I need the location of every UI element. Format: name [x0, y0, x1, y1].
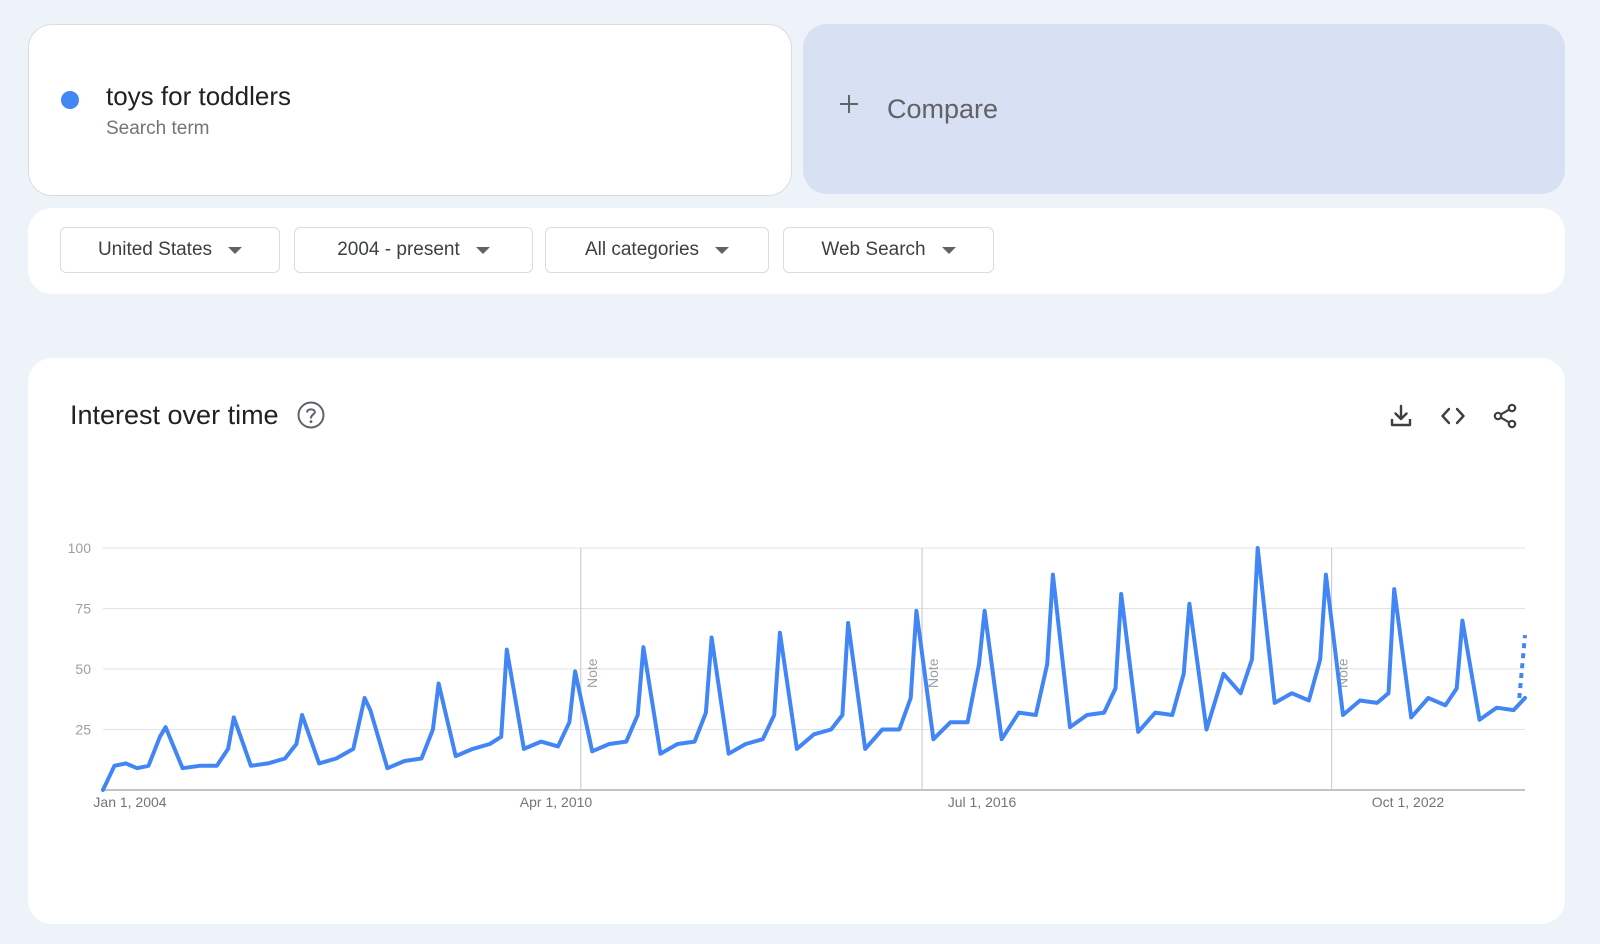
caret-down-icon	[475, 246, 490, 254]
time-range-value: 2004 - present	[337, 239, 460, 260]
category-dropdown[interactable]: All categories	[545, 227, 769, 273]
category-value: All categories	[584, 239, 700, 260]
interest-over-time-card: Interest over time 100 75 50 25 Note Note Note…	[28, 358, 1565, 924]
search-type-dropdown[interactable]: Web Search	[783, 227, 994, 273]
caret-down-icon	[715, 246, 730, 254]
y-tick-label: 75	[75, 601, 91, 617]
y-tick-label: 100	[68, 540, 92, 556]
region-value: United States	[97, 239, 213, 260]
caret-down-icon	[228, 246, 243, 254]
y-tick-label: 25	[75, 722, 91, 738]
search-type-value: Web Search	[821, 239, 926, 260]
search-term-label[interactable]: toys for toddlers	[106, 81, 291, 112]
y-tick-label: 50	[75, 661, 91, 677]
filters-bar: United States 2004 - present All categor…	[28, 208, 1565, 294]
compare-label: Compare	[887, 94, 999, 124]
note-label: Note	[584, 658, 600, 688]
x-tick-label: Jul 1, 2016	[948, 794, 1017, 810]
x-tick-label: Jan 1, 2004	[93, 794, 166, 810]
plus-icon	[840, 95, 858, 113]
projection-line	[1517, 634, 1527, 699]
time-range-dropdown[interactable]: 2004 - present	[294, 227, 533, 273]
search-term-subtitle: Search term	[106, 118, 210, 139]
x-tick-label: Apr 1, 2010	[520, 794, 593, 810]
compare-button[interactable]: Compare	[803, 24, 1565, 194]
caret-down-icon	[941, 246, 956, 254]
search-term-card[interactable]: toys for toddlers Search term	[28, 24, 792, 196]
region-dropdown[interactable]: United States	[60, 227, 280, 273]
series-color-dot	[61, 91, 79, 109]
x-tick-label: Oct 1, 2022	[1372, 794, 1445, 810]
interest-line-chart: 100755025Note Note NoteJan 1, 2004 Apr 1, 2…	[68, 540, 1527, 810]
